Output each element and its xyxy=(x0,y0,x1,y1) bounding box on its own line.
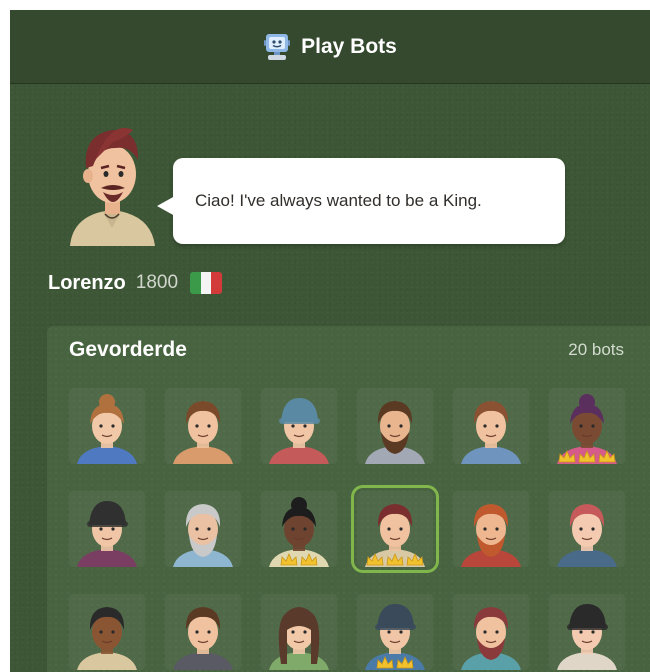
italy-flag-icon xyxy=(190,272,223,294)
bot-avatar-tile[interactable] xyxy=(549,491,625,567)
bot-avatar-tile[interactable] xyxy=(165,491,241,567)
bot-avatar-tile[interactable] xyxy=(453,491,529,567)
group-count: 20 bots xyxy=(568,340,624,359)
crown-icon xyxy=(558,450,576,463)
bot-face-icon xyxy=(269,398,329,464)
bot-face-icon xyxy=(173,504,233,567)
bot-face-icon xyxy=(77,607,137,670)
bot-face-icon xyxy=(461,504,521,567)
group-title: Gevorderde xyxy=(69,338,187,361)
bot-avatar-tile[interactable] xyxy=(165,388,241,464)
crown-badges xyxy=(261,553,337,566)
crown-icon xyxy=(396,656,414,669)
play-bots-panel: Play Bots Ciao! I've always wanted to be… xyxy=(10,10,650,672)
crown-icon xyxy=(406,553,424,566)
bot-message: Ciao! I've always wanted to be a King. xyxy=(195,191,482,210)
crown-icon xyxy=(280,553,298,566)
bot-avatar-tile[interactable] xyxy=(351,485,439,573)
bot-avatar-tile[interactable] xyxy=(261,594,337,670)
bot-group-advanced: Gevorderde 20 bots xyxy=(47,326,650,672)
crown-badges xyxy=(549,450,625,463)
bot-face-icon xyxy=(461,401,521,464)
bot-avatar-tile[interactable] xyxy=(453,388,529,464)
bot-avatar-tile[interactable] xyxy=(261,491,337,567)
page-title: Play Bots xyxy=(301,34,397,58)
bot-avatar-tile[interactable] xyxy=(549,388,625,464)
panel-header: Play Bots xyxy=(10,10,650,84)
bot-avatar-tile[interactable] xyxy=(453,594,529,670)
bot-avatar-tile[interactable] xyxy=(357,388,433,464)
bot-face-icon xyxy=(77,501,137,567)
speech-bubble: Ciao! I've always wanted to be a King. xyxy=(157,158,565,244)
bot-avatar-tile[interactable] xyxy=(549,594,625,670)
bot-face-icon xyxy=(173,401,233,464)
crown-badges xyxy=(357,656,433,669)
bot-avatar-tile[interactable] xyxy=(69,594,145,670)
crown-icon xyxy=(578,450,596,463)
bot-grid xyxy=(69,388,625,670)
bot-face-icon xyxy=(269,607,329,670)
crown-icon xyxy=(376,656,394,669)
bot-avatar-tile[interactable] xyxy=(261,388,337,464)
crown-icon xyxy=(386,553,404,566)
bot-avatar-tile[interactable] xyxy=(165,594,241,670)
bot-face-icon xyxy=(77,394,137,464)
crown-icon xyxy=(300,553,318,566)
bot-face-icon xyxy=(557,504,617,567)
robot-icon xyxy=(264,33,291,60)
bot-avatar-tile[interactable] xyxy=(69,388,145,464)
bot-avatar-tile[interactable] xyxy=(357,594,433,670)
bot-name: Lorenzo xyxy=(48,271,126,294)
bot-identity: Lorenzo 1800 xyxy=(48,268,223,298)
crown-icon xyxy=(366,553,384,566)
bot-face-icon xyxy=(557,604,617,670)
crown-badges xyxy=(357,553,433,566)
bot-face-icon xyxy=(461,607,521,670)
bot-rating: 1800 xyxy=(135,272,179,293)
lorenzo-avatar xyxy=(70,128,155,246)
crown-icon xyxy=(598,450,616,463)
bot-avatar-tile[interactable] xyxy=(69,491,145,567)
bot-face-icon xyxy=(173,607,233,670)
bot-face-icon xyxy=(365,401,425,464)
